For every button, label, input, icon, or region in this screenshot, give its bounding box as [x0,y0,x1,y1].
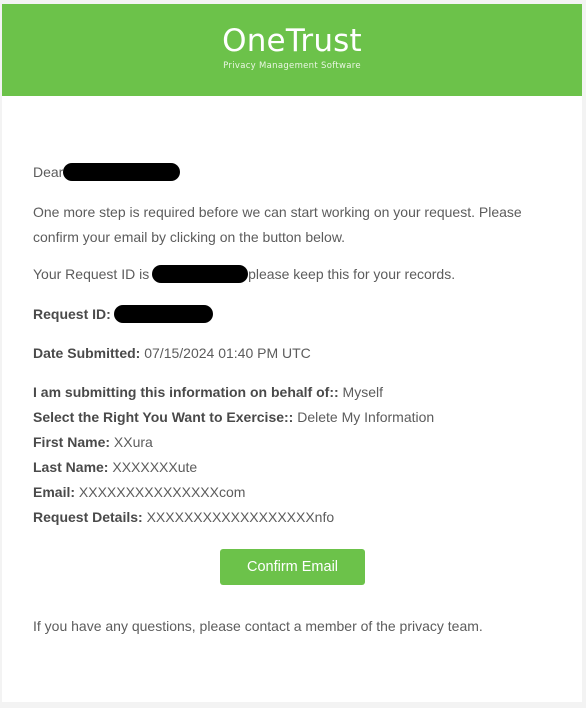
detail-value: XXXXXXXXXXXXXXXcom [78,484,246,500]
detail-label: I am submitting this information on beha… [33,384,339,400]
detail-value: XXura [113,434,153,450]
detail-row-email: Email: XXXXXXXXXXXXXXXcom [33,482,553,502]
request-id-prefix: Your Request ID is [33,266,150,282]
detail-value: Delete My Information [297,409,435,425]
detail-value: XXXXXXXXXXXXXXXXXXnfo [146,509,335,525]
detail-value: XXXXXXXute [112,459,198,475]
brand-logo: OneTrust [222,23,362,59]
detail-label: Select the Right You Want to Exercise:: [33,409,294,425]
detail-row-request-details: Request Details: XXXXXXXXXXXXXXXXXXnfo [33,507,553,527]
greeting-line: Dear [33,162,553,182]
date-submitted-row: Date Submitted: 07/15/2024 01:40 PM UTC [33,343,553,363]
detail-row-right: Select the Right You Want to Exercise:: … [33,407,553,427]
request-id-row: Request ID: [33,304,553,324]
request-id-suffix: please keep this for your records. [248,266,456,282]
date-submitted-label: Date Submitted: [33,345,141,361]
brand-tagline: Privacy Management Software [223,61,361,71]
detail-label: First Name: [33,434,111,450]
request-id-label: Request ID: [33,306,111,322]
confirm-email-button[interactable]: Confirm Email [220,549,365,585]
request-id-line: Your Request ID is please keep this for … [33,264,553,284]
redacted-name [63,163,181,181]
footer-text: If you have any questions, please contac… [33,618,483,634]
redacted-request-id [152,265,249,283]
detail-row-last-name: Last Name: XXXXXXXute [33,457,553,477]
redacted-request-id-value [113,305,213,323]
intro-paragraph: One more step is required before we can … [33,204,522,245]
email-card: OneTrust Privacy Management Software Dea… [2,4,582,702]
date-submitted-value: 07/15/2024 01:40 PM UTC [144,345,311,361]
header-banner: OneTrust Privacy Management Software [2,4,582,96]
detail-row-behalf: I am submitting this information on beha… [33,382,553,402]
detail-value: Myself [342,384,383,400]
detail-label: Email: [33,484,76,500]
detail-label: Last Name: [33,459,109,475]
greeting-salutation: Dear [33,164,64,180]
detail-row-first-name: First Name: XXura [33,432,553,452]
detail-label: Request Details: [33,509,143,525]
